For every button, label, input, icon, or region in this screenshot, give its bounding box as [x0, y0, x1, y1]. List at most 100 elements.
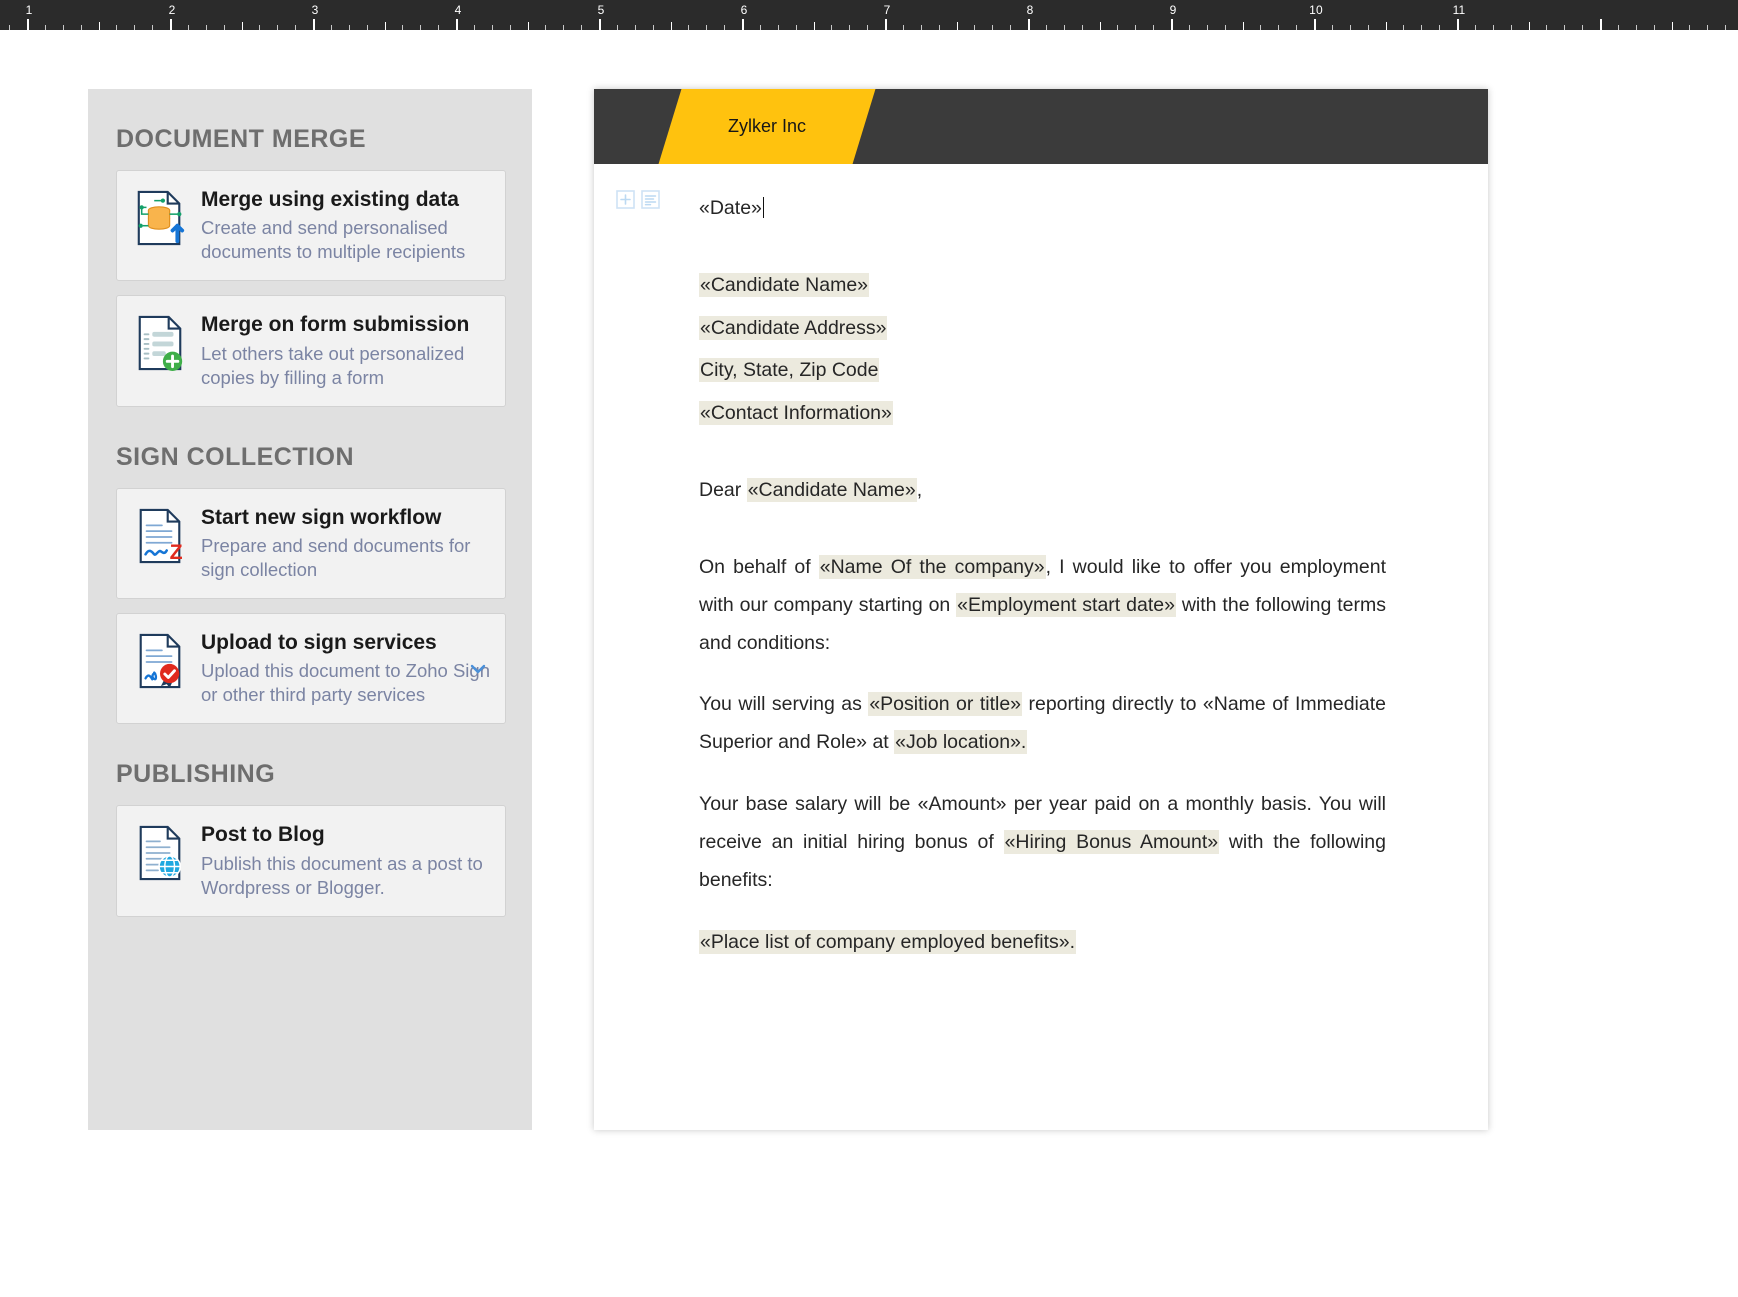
ruler-number: 9	[1169, 3, 1177, 17]
merge-field: «Name Of the company»	[818, 554, 1046, 579]
ruler-tick-minor	[1385, 22, 1387, 30]
card-upload-to-sign-services[interactable]: Upload to sign services Upload this docum…	[116, 613, 506, 725]
paragraph-box-icon[interactable]	[641, 190, 660, 209]
card-description: Let others take out personalized copies …	[201, 342, 465, 388]
document-paragraph[interactable]: «Date»	[699, 190, 1386, 228]
document-paragraph[interactable]: «Candidate Address»	[699, 310, 1386, 348]
sign-upload-icon	[133, 632, 187, 690]
ruler-tick-minor	[1671, 22, 1673, 30]
plus-box-icon[interactable]	[616, 190, 635, 209]
card-merge-using-existing-data[interactable]: Merge using existing data Create and send…	[116, 170, 506, 282]
section-title-publishing: PUBLISHING	[116, 760, 276, 789]
ruler-tick-minor	[813, 22, 815, 30]
merge-field: «Contact Information»	[699, 401, 893, 426]
card-description: Upload this document to Zoho Sign or oth…	[201, 660, 490, 706]
ruler-tick-minor	[384, 22, 386, 30]
svg-text:Z: Z	[170, 541, 183, 564]
document-header-banner: Zylker Inc	[594, 89, 1488, 164]
empty-paragraph[interactable]	[699, 515, 1386, 549]
document-paragraph[interactable]: Dear «Candidate Name»,	[699, 472, 1386, 510]
chevron-down-icon[interactable]	[469, 660, 487, 678]
card-post-to-blog[interactable]: Post to Blog Publish this document as a p…	[116, 805, 506, 917]
document-paragraph[interactable]: «Place list of company employed benefits…	[699, 924, 1386, 962]
card-description: Create and send personalised documents t…	[201, 217, 466, 263]
document-paragraph[interactable]: Your base salary will be «Amount» per ye…	[699, 786, 1386, 899]
document-paragraph[interactable]: «Candidate Name»	[699, 267, 1386, 305]
document-text-run: On behalf of	[699, 555, 819, 578]
document-paragraph[interactable]: On behalf of «Name Of the company», I wo…	[699, 549, 1386, 662]
ruler-tick-minor	[98, 22, 100, 30]
empty-paragraph[interactable]	[699, 438, 1386, 472]
text-cursor	[762, 197, 765, 218]
ruler-tick-minor	[956, 22, 958, 30]
ruler-number: 5	[597, 3, 605, 17]
merge-field: «Hiring Bonus Amount»	[1003, 829, 1220, 854]
merge-field: «Candidate Name»	[746, 478, 917, 503]
document-text-content[interactable]: «Date» «Candidate Name» «Candidate Address…	[699, 190, 1386, 961]
card-text: Merge using existing data Create and send…	[201, 187, 491, 264]
card-title: Merge using existing data	[201, 188, 459, 211]
ruler-tick-major	[599, 19, 601, 30]
card-description: Publish this document as a post to Wordp…	[201, 852, 483, 898]
horizontal-ruler[interactable]: 1 2 3 4 5 6 7 8 9 10 11	[0, 0, 1738, 30]
workspace: DOCUMENT MERGE Merge using existing data…	[0, 30, 1738, 1297]
card-title: Upload to sign services	[201, 631, 437, 655]
ruler-tick-major	[1600, 19, 1602, 30]
ruler-number: 2	[168, 3, 176, 17]
paragraph-gutter-controls[interactable]	[616, 190, 660, 209]
merge-field: City, State, Zip Code	[699, 358, 880, 383]
ruler-tick-major	[170, 19, 172, 30]
ruler-number: 11	[1452, 3, 1466, 17]
document-page[interactable]: Zylker Inc «Date»«Candidate Name»«Cand	[594, 89, 1488, 1130]
document-text-run: «Date»	[699, 197, 762, 219]
empty-paragraph[interactable]	[699, 233, 1386, 267]
ruler-number: 10	[1309, 3, 1323, 17]
card-title: Post to Blog	[201, 823, 325, 847]
post-blog-icon	[133, 824, 187, 882]
card-title: Merge on form submission	[201, 313, 470, 337]
card-title: Start new sign workflow	[201, 505, 442, 529]
merge-field: «Candidate Name»	[699, 272, 870, 297]
ruler-tick-major	[1028, 19, 1030, 30]
ruler-tick-major	[1314, 19, 1316, 30]
document-text-run: Dear	[699, 479, 747, 502]
ruler-tick-minor	[1528, 22, 1530, 30]
ruler-tick-major	[885, 19, 887, 30]
card-text: Start new sign workflow Prepare and send …	[201, 505, 491, 582]
ruler-number: 7	[883, 3, 891, 17]
card-text: Upload to sign services Upload this docum…	[201, 630, 491, 707]
ruler-number: 6	[740, 3, 748, 17]
merge-field: «Place list of company employed benefits…	[699, 929, 1077, 954]
merge-data-icon	[133, 189, 187, 247]
ruler-tick-major	[456, 19, 458, 30]
document-paragraph[interactable]: City, State, Zip Code	[699, 352, 1386, 390]
merge-field: «Job location».	[894, 730, 1028, 755]
ruler-tick-major	[1457, 19, 1459, 30]
ruler-tick-minor	[670, 22, 672, 30]
ruler-number: 1	[25, 3, 33, 17]
document-paragraph[interactable]: You will serving as «Position or title» …	[699, 686, 1386, 762]
document-text-run: You will serving as	[699, 693, 869, 716]
merge-field: «Position or title»	[868, 692, 1023, 717]
ruler-number: 8	[1026, 3, 1034, 17]
ruler-edit-zone	[0, 0, 1738, 30]
card-text: Post to Blog Publish this document as a p…	[201, 822, 491, 899]
card-merge-on-form-submission[interactable]: Merge on form submission Let others take …	[116, 295, 506, 407]
ruler-number: 3	[311, 3, 319, 17]
ruler-tick-minor	[1242, 22, 1244, 30]
ruler-tick-minor	[1099, 22, 1101, 30]
merge-field: «Candidate Address»	[699, 315, 888, 340]
ruler-tick-minor	[527, 22, 529, 30]
card-start-new-sign-workflow[interactable]: Z Start new sign workflow Prepare and sen…	[116, 487, 506, 600]
ruler-number: 4	[454, 3, 462, 17]
card-description: Prepare and send documents for sign coll…	[201, 534, 471, 580]
card-text: Merge on form submission Let others take …	[201, 312, 491, 389]
ruler-tick-major	[1171, 19, 1173, 30]
ruler-tick-major	[742, 19, 744, 30]
company-name: Zylker Inc	[727, 116, 806, 136]
ruler-tick-major	[313, 19, 315, 30]
document-body[interactable]: «Date» «Candidate Name» «Candidate Address…	[594, 164, 1488, 1130]
section-title-sign-collection: SIGN COLLECTION	[116, 442, 355, 471]
document-paragraph[interactable]: «Contact Information»	[699, 395, 1386, 433]
document-text-run: ,	[916, 479, 923, 502]
